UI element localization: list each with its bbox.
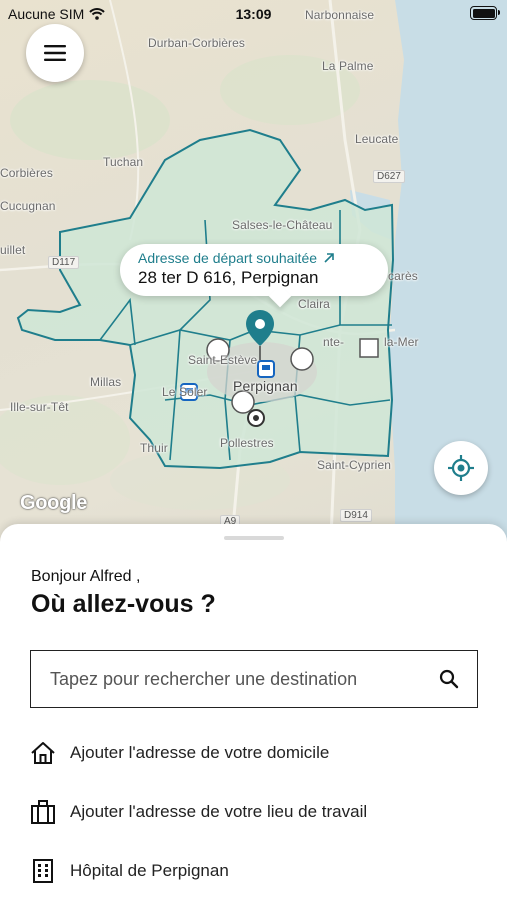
- battery-icon: [470, 6, 500, 20]
- place-label: Durban-Corbières: [148, 36, 245, 50]
- destination-search-input[interactable]: [50, 668, 439, 690]
- page-title: Où allez-vous ?: [31, 590, 216, 618]
- search-icon[interactable]: [439, 669, 459, 689]
- place-label: Salses-le-Château: [232, 218, 333, 232]
- callout-address: 28 ter D 616, Perpignan: [138, 268, 319, 287]
- building-icon: [33, 859, 53, 883]
- home-icon: [31, 742, 55, 764]
- place-label: Corbières: [0, 166, 53, 180]
- place-label: uillet: [0, 243, 26, 257]
- add-home-address-label: Ajouter l'adresse de votre domicile: [70, 743, 330, 762]
- bottom-sheet[interactable]: Bonjour Alfred , Où allez-vous ? Ajouter…: [0, 524, 507, 900]
- place-label: Pollestres: [220, 436, 274, 450]
- sheet-drag-handle[interactable]: [224, 536, 284, 540]
- arrow-up-right-icon: [324, 253, 334, 263]
- place-label: Ille-sur-Têt: [10, 400, 69, 414]
- hospital-shortcut-item[interactable]: Hôpital de Perpignan: [30, 851, 478, 891]
- place-label: Thuir: [140, 441, 168, 455]
- place-label: la-Mer: [384, 335, 419, 349]
- place-label: nte-: [323, 335, 345, 349]
- google-attribution: Google: [20, 492, 88, 514]
- departure-callout[interactable]: Adresse de départ souhaitée 28 ter D 616…: [120, 244, 388, 296]
- place-label: Tuchan: [103, 155, 144, 169]
- hamburger-icon: [44, 45, 66, 61]
- hospital-shortcut-label: Hôpital de Perpignan: [70, 861, 229, 880]
- place-label: Leucate: [355, 132, 399, 146]
- place-label: Cucugnan: [0, 199, 56, 213]
- callout-label-text: Adresse de départ souhaitée: [138, 250, 318, 266]
- locate-me-button[interactable]: [434, 441, 488, 495]
- status-time: 13:09: [235, 6, 272, 22]
- add-work-address-label: Ajouter l'adresse de votre lieu de trava…: [70, 802, 368, 821]
- place-label: Le Soler: [162, 385, 208, 399]
- place-label: Saint-Cyprien: [317, 458, 391, 472]
- place-label: carès: [388, 269, 418, 283]
- briefcase-icon: [31, 800, 55, 824]
- callout-label: Adresse de départ souhaitée: [138, 250, 388, 266]
- road-label: D914: [340, 509, 372, 522]
- road-label: D627: [373, 170, 405, 183]
- map-view[interactable]: Narbonnaise Durban-Corbières La Palme Le…: [0, 0, 507, 560]
- menu-button[interactable]: [26, 24, 84, 82]
- add-work-address-item[interactable]: Ajouter l'adresse de votre lieu de trava…: [30, 792, 478, 832]
- greeting-text: Bonjour Alfred ,: [31, 568, 141, 585]
- road-label: D117: [48, 256, 80, 269]
- place-label: La Palme: [322, 59, 374, 73]
- place-label: Millas: [90, 375, 122, 389]
- add-home-address-item[interactable]: Ajouter l'adresse de votre domicile: [30, 733, 478, 773]
- crosshair-icon: [448, 455, 474, 481]
- status-bar: Aucune SIM 13:09: [0, 0, 507, 28]
- place-label: Claira: [298, 297, 330, 311]
- map-pin-icon: [246, 310, 274, 360]
- place-label: Perpignan: [233, 378, 298, 394]
- destination-search-box[interactable]: [30, 650, 478, 708]
